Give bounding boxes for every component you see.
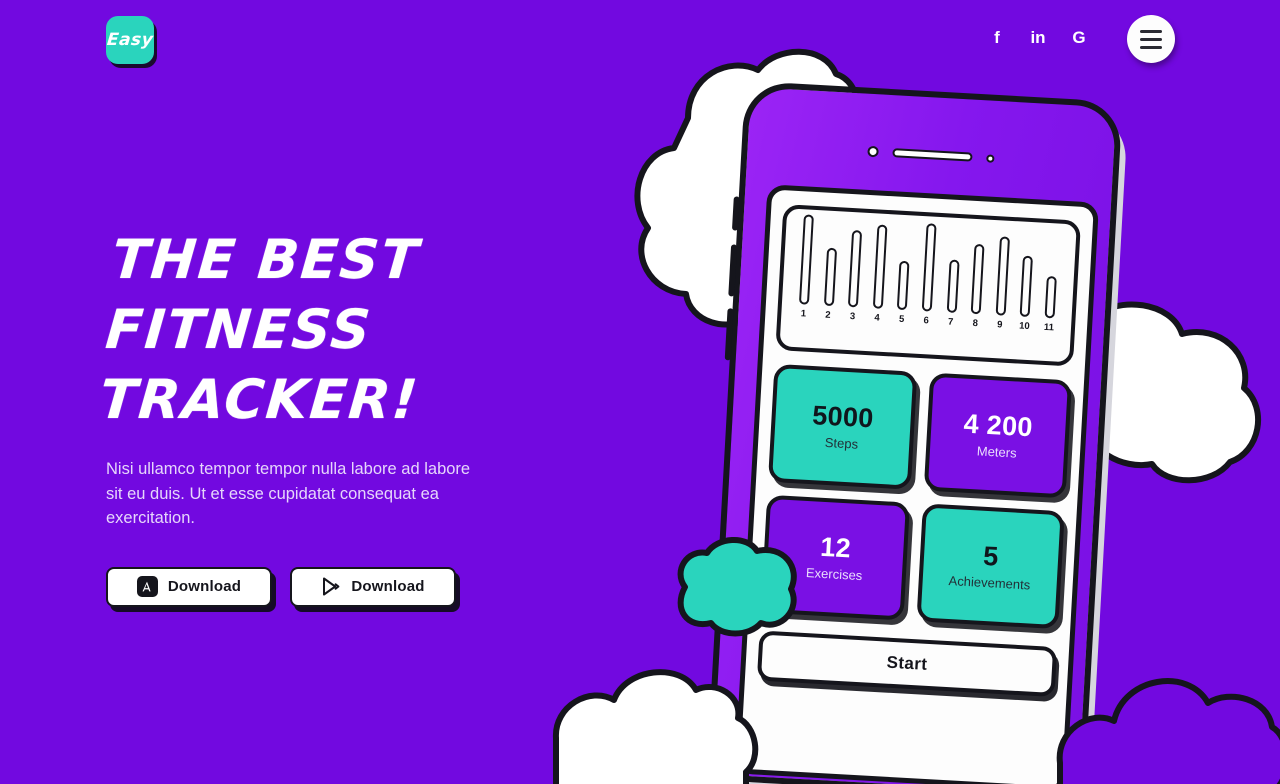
chart-bar-column: 5 (891, 260, 915, 325)
hamburger-bar (1140, 29, 1162, 33)
download-buttons: Download Download (106, 566, 666, 607)
chart-bar (995, 236, 1010, 316)
chart-bar-label: 7 (947, 316, 954, 328)
cloud-purple-bottom-right (1056, 655, 1280, 784)
cloud-white-bottom-left (552, 660, 776, 784)
stat-label: Achievements (948, 572, 1031, 593)
stat-label: Exercises (805, 564, 863, 583)
chart-bar-label: 3 (849, 311, 856, 323)
headline-line-1: The best (109, 228, 423, 291)
chart-bar-label: 1 (800, 308, 807, 320)
activity-bar-chart: 1 2 3 4 5 6 7 8 9 10 11 (775, 204, 1082, 367)
google-icon[interactable]: G (1067, 28, 1091, 48)
chart-bar (1044, 275, 1057, 319)
stat-value: 5000 (811, 400, 875, 434)
cloud-white-right (1084, 300, 1280, 490)
chart-bar-column: 4 (867, 224, 892, 324)
start-button[interactable]: Start (756, 630, 1058, 698)
hamburger-bar (1140, 45, 1162, 49)
chart-bar-column: 6 (916, 223, 942, 327)
chart-bar (798, 214, 814, 305)
chart-bar-column: 2 (818, 247, 842, 321)
stat-value: 4 200 (962, 408, 1034, 443)
stats-grid: 5000 Steps 4 200 Meters 12 Exercises 5 Achievem… (760, 363, 1073, 630)
chart-bar-column: 11 (1039, 275, 1062, 333)
linkedin-icon[interactable]: in (1026, 28, 1050, 48)
stat-card[interactable]: 5000 Steps (767, 363, 917, 490)
page-title: The best fitness tracker! (97, 225, 675, 435)
chart-bar-label: 9 (996, 319, 1003, 331)
brand-logo-text: Easy (105, 30, 155, 50)
chart-bars: 1 2 3 4 5 6 7 8 9 10 11 (793, 214, 1064, 334)
chart-bar (946, 259, 960, 313)
stat-label: Steps (824, 434, 859, 452)
download-googleplay-button[interactable]: Download (290, 566, 456, 607)
brand-logo[interactable]: Easy (106, 16, 154, 64)
chart-bar (1019, 255, 1034, 318)
sensor-icon (985, 153, 995, 163)
app-store-icon (136, 576, 158, 597)
chart-bar-label: 6 (923, 315, 930, 327)
cloud-teal (665, 535, 805, 640)
stat-value: 5 (982, 541, 1000, 572)
hamburger-menu-button[interactable] (1127, 15, 1175, 63)
chart-bar (921, 223, 937, 312)
chart-bar-column: 8 (965, 243, 990, 330)
phone-button-volume-up (731, 196, 740, 231)
speaker-grill (891, 148, 973, 162)
chart-bar-column: 10 (1014, 255, 1038, 332)
chart-bar-label: 11 (1043, 321, 1055, 334)
stat-card[interactable]: 5 Achievements (915, 503, 1065, 630)
stat-label: Meters (976, 443, 1017, 461)
stat-card[interactable]: 4 200 Meters (923, 372, 1073, 499)
chart-bar-label: 2 (824, 309, 831, 321)
google-play-icon (321, 576, 341, 597)
start-button-label: Start (886, 652, 928, 674)
chart-bar (897, 260, 910, 311)
social-links: f in G (985, 28, 1091, 48)
chart-bar (872, 224, 888, 309)
hamburger-bar (1140, 37, 1162, 41)
chart-bar-column: 1 (793, 214, 819, 320)
chart-bar-column: 3 (842, 230, 867, 323)
download-appstore-label: Download (167, 578, 242, 595)
phone-screen: 1 2 3 4 5 6 7 8 9 10 11 5000 Steps 4 200 Meters 12 Exer… (734, 184, 1100, 784)
chart-bar-label: 8 (972, 317, 979, 330)
download-appstore-button[interactable]: Download (106, 566, 272, 607)
site-header: Easy f in G (0, 0, 1280, 80)
chart-bar-column: 9 (990, 236, 1015, 331)
chart-bar-column: 7 (940, 259, 964, 328)
hero-stage: 1 2 3 4 5 6 7 8 9 10 11 5000 Steps 4 200 Meters 12 Exer… (0, 0, 1280, 784)
chart-bar (970, 243, 985, 315)
phone-notch (747, 139, 1113, 170)
camera-icon (866, 145, 879, 158)
chart-bar-label: 5 (898, 313, 905, 326)
chart-bar (823, 247, 837, 307)
download-googleplay-label: Download (351, 578, 425, 595)
facebook-icon[interactable]: f (985, 28, 1009, 48)
headline-line-2: fitness tracker! (97, 298, 422, 431)
chart-bar-label: 10 (1018, 320, 1030, 333)
hero-copy: The best fitness tracker! Nisi ullamco t… (97, 225, 666, 607)
chart-bar-label: 4 (874, 312, 880, 324)
chart-bar (848, 230, 863, 308)
stat-value: 12 (819, 531, 852, 564)
hero-paragraph: Nisi ullamco tempor tempor nulla labore … (106, 460, 471, 527)
